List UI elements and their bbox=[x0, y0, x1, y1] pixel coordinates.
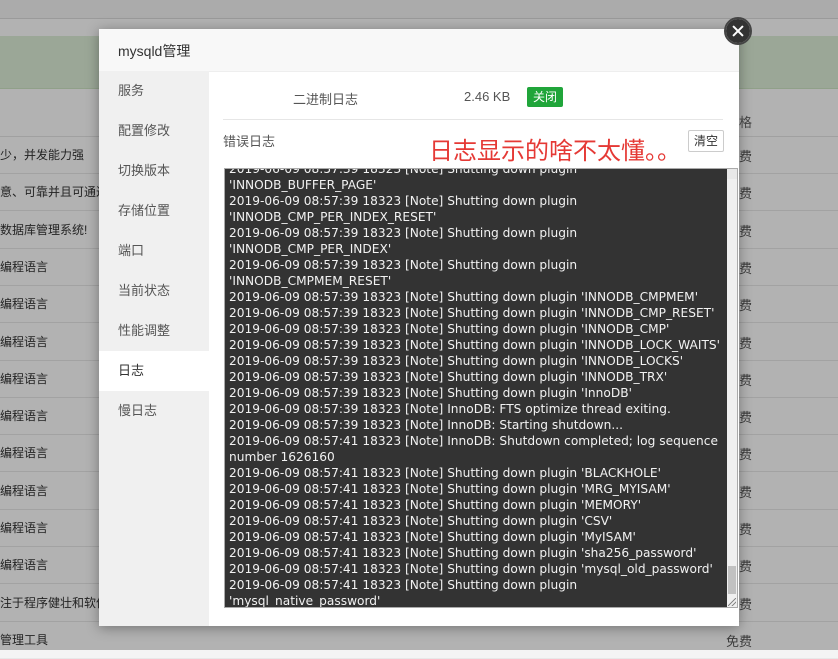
mysqld-dialog: mysqld管理 服务 配置修改 切换版本 存储位置 端口 当前状态 性能调整 日志 慢日志 二… bbox=[99, 29, 739, 626]
sidebar-item-6[interactable]: 性能调整 bbox=[99, 311, 209, 351]
sidebar-item-0[interactable]: 服务 bbox=[99, 71, 209, 111]
scroll-up-arrow-icon[interactable] bbox=[727, 169, 737, 179]
dialog-title: mysqld管理 bbox=[118, 43, 191, 59]
resize-grip-icon[interactable] bbox=[728, 598, 736, 606]
close-dialog-button[interactable] bbox=[724, 17, 752, 45]
sidebar-item-4[interactable]: 端口 bbox=[99, 231, 209, 271]
binlog-label: 二进制日志 bbox=[293, 92, 359, 107]
error-log-content: 2019-06-09 08:57:39 18323 [Note] Shuttin… bbox=[229, 168, 720, 608]
error-log-textarea[interactable]: 2019-06-09 08:57:39 18323 [Note] Shuttin… bbox=[224, 168, 738, 608]
clear-log-button[interactable]: 清空 bbox=[688, 130, 725, 152]
sidebar-item-5[interactable]: 当前状态 bbox=[99, 271, 209, 311]
sidebar-item-8[interactable]: 慢日志 bbox=[99, 391, 209, 431]
error-log-label: 错误日志 bbox=[223, 134, 276, 149]
user-annotation: 日志显示的啥不太懂。。 bbox=[429, 137, 681, 165]
sidebar-item-7[interactable]: 日志 bbox=[99, 351, 209, 391]
divider bbox=[223, 119, 723, 120]
scroll-thumb[interactable] bbox=[728, 566, 736, 594]
sidebar-item-2[interactable]: 切换版本 bbox=[99, 151, 209, 191]
binlog-toggle-button[interactable]: 关闭 bbox=[527, 87, 564, 107]
sidebar-item-3[interactable]: 存储位置 bbox=[99, 191, 209, 231]
dialog-title-bar: mysqld管理 bbox=[99, 29, 739, 72]
dialog-sidebar: 服务 配置修改 切换版本 存储位置 端口 当前状态 性能调整 日志 慢日志 bbox=[99, 71, 209, 626]
log-panel: 二进制日志 2.46 KB 关闭 错误日志 日志显示的啥不太懂。。 清空 201… bbox=[209, 71, 739, 626]
binlog-size: 2.46 KB bbox=[464, 89, 511, 104]
log-scrollbar[interactable] bbox=[727, 169, 737, 607]
sidebar-item-1[interactable]: 配置修改 bbox=[99, 111, 209, 151]
close-icon bbox=[726, 19, 750, 43]
